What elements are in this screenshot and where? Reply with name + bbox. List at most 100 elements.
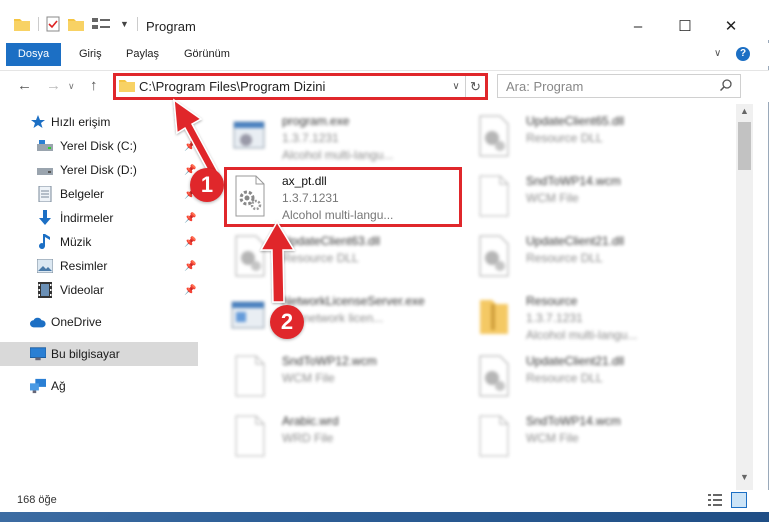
file-name: SndToWP14.wcm [526,414,621,428]
refresh-icon[interactable]: ↻ [465,76,485,97]
file-version: 1.3.7.1231 [526,311,583,325]
new-folder-icon[interactable] [68,15,84,33]
executable-icon [230,114,270,158]
tab-giris[interactable]: Giriş [79,43,102,66]
list-item[interactable]: SndToWP14.wcm WCM File [474,170,724,226]
dll-file-icon [474,354,514,398]
minimize-button[interactable]: – [624,12,652,40]
search-icon[interactable] [719,78,732,94]
file-list: program.exe 1.3.7.1231 Alcohol multi-lan… [204,104,736,486]
search-input[interactable]: Ara: Program [497,74,741,98]
sidebar-item-music[interactable]: Müzik 📌 [0,230,198,254]
sidebar-item-label: Videolar [60,283,104,297]
highlight-frame [224,167,462,227]
sidebar-item-label: Müzik [60,235,92,249]
customize-icon[interactable] [92,15,110,33]
list-item[interactable]: SndToWP12.wcm WCM File [230,350,480,406]
drive-icon [37,138,53,154]
sidebar-item-this-pc[interactable]: Bu bilgisayar [0,342,198,366]
sidebar-item-label: Ağ [51,379,66,393]
vertical-scrollbar[interactable]: ▲ ▼ [736,104,753,490]
pin-icon[interactable]: 📌 [184,237,196,248]
pin-icon[interactable]: 📌 [184,285,196,296]
file-version: 1.3.7.1231 [282,131,339,145]
file-type: Resource DLL [526,371,603,385]
list-item[interactable]: SndToWP14.wcm WCM File [474,410,724,466]
navigation-bar: ← → ∨ ↑ C:\Program Files\Program Dizini … [0,70,769,102]
sidebar-item-label: OneDrive [51,315,102,329]
dll-file-icon [474,234,514,278]
drive-icon [37,162,53,178]
file-name: SndToWP12.wcm [282,354,377,368]
pictures-icon [37,258,53,274]
folder-icon [119,78,135,95]
cloud-icon [30,314,46,330]
list-item[interactable]: NetworkLicenseServer.exe ...Y network li… [230,290,480,346]
up-arrow-icon[interactable]: ↑ [90,77,98,94]
back-arrow-icon[interactable]: ← [17,77,32,94]
scroll-down-icon[interactable]: ▼ [736,472,753,486]
list-item[interactable]: program.exe 1.3.7.1231 Alcohol multi-lan… [230,110,480,166]
computer-icon [30,346,46,362]
sidebar-item-disk-c[interactable]: Yerel Disk (C:) 📌 [0,134,198,158]
list-item[interactable]: Arabic.wrd WRD File [230,410,480,466]
ribbon-expand-icon[interactable]: ∨ [714,48,721,59]
pin-icon[interactable]: 📌 [184,261,196,272]
list-item[interactable]: UpdateClient21.dll Resource DLL [474,230,724,286]
tiles-view-icon[interactable] [731,492,747,508]
close-button[interactable]: ✕ [717,12,745,40]
forward-arrow-icon[interactable]: → [46,77,61,94]
list-item[interactable]: UpdateClient21.dll Resource DLL [474,350,724,406]
navigation-pane: Hızlı erişim Yerel Disk (C:) 📌 Yerel Dis… [0,104,200,464]
chevron-down-icon[interactable]: ∨ [447,81,465,92]
properties-check-icon[interactable] [46,15,60,33]
folder-icon[interactable] [14,15,30,33]
download-icon [37,210,53,226]
item-count: 168 öğe [17,494,57,506]
sidebar-item-network[interactable]: Ağ [0,374,198,398]
tab-paylas[interactable]: Paylaş [126,43,159,66]
pin-icon[interactable]: 📌 [184,213,196,224]
chevron-down-icon[interactable]: ▼ [120,15,129,33]
sidebar-item-label: Yerel Disk (D:) [60,163,137,177]
window-title: Program [146,19,196,34]
list-item[interactable]: Resource 1.3.7.1231 Alcohol multi-langu.… [474,290,724,346]
pin-icon[interactable]: 📌 [184,141,196,152]
music-icon [37,234,53,250]
file-name: SndToWP14.wcm [526,174,621,188]
sidebar-item-label: Belgeler [60,187,105,201]
file-type: WCM File [526,431,579,445]
file-name: program.exe [282,114,350,128]
sidebar-item-downloads[interactable]: İndirmeler 📌 [0,206,198,230]
sidebar-item-videos[interactable]: Videolar 📌 [0,278,198,302]
recent-locations-icon[interactable]: ∨ [68,81,75,92]
file-icon [230,354,270,398]
sidebar-item-label: Yerel Disk (C:) [60,139,137,153]
file-name: UpdateClient21.dll [526,234,625,248]
scroll-thumb[interactable] [738,122,751,170]
sidebar-item-label: Resimler [60,259,108,273]
sidebar-item-pictures[interactable]: Resimler 📌 [0,254,198,278]
details-view-icon[interactable] [708,494,722,506]
file-description: Alcohol multi-langu... [282,148,394,162]
sidebar-item-label: Hızlı erişim [51,115,111,129]
maximize-button[interactable]: ☐ [671,12,699,40]
file-name: UpdateClient65.dll [526,114,625,128]
tab-dosya[interactable]: Dosya [6,43,61,66]
scroll-up-icon[interactable]: ▲ [736,106,753,120]
list-item[interactable]: UpdateClient65.dll Resource DLL [474,110,724,166]
sidebar-item-documents[interactable]: Belgeler 📌 [0,182,198,206]
address-bar[interactable]: C:\Program Files\Program Dizini ∨ ↻ [113,73,488,100]
list-item[interactable]: UpdateClient63.dll Resource DLL [230,230,480,286]
explorer-window: ▼ Program – ☐ ✕ Dosya Giriş Paylaş Görün… [0,0,769,512]
help-button[interactable]: ? [736,47,750,61]
sidebar-item-disk-d[interactable]: Yerel Disk (D:) 📌 [0,158,198,182]
search-placeholder: Ara: Program [506,78,584,94]
tab-gorunum[interactable]: Görünüm [184,43,230,66]
sidebar-item-quick-access[interactable]: Hızlı erişim [0,110,198,134]
step-callout-one: 1 [190,168,224,202]
sidebar-item-onedrive[interactable]: OneDrive [0,310,198,334]
separator [38,17,39,31]
file-name: UpdateClient63.dll [282,234,381,248]
address-path[interactable]: C:\Program Files\Program Dizini [139,79,447,94]
